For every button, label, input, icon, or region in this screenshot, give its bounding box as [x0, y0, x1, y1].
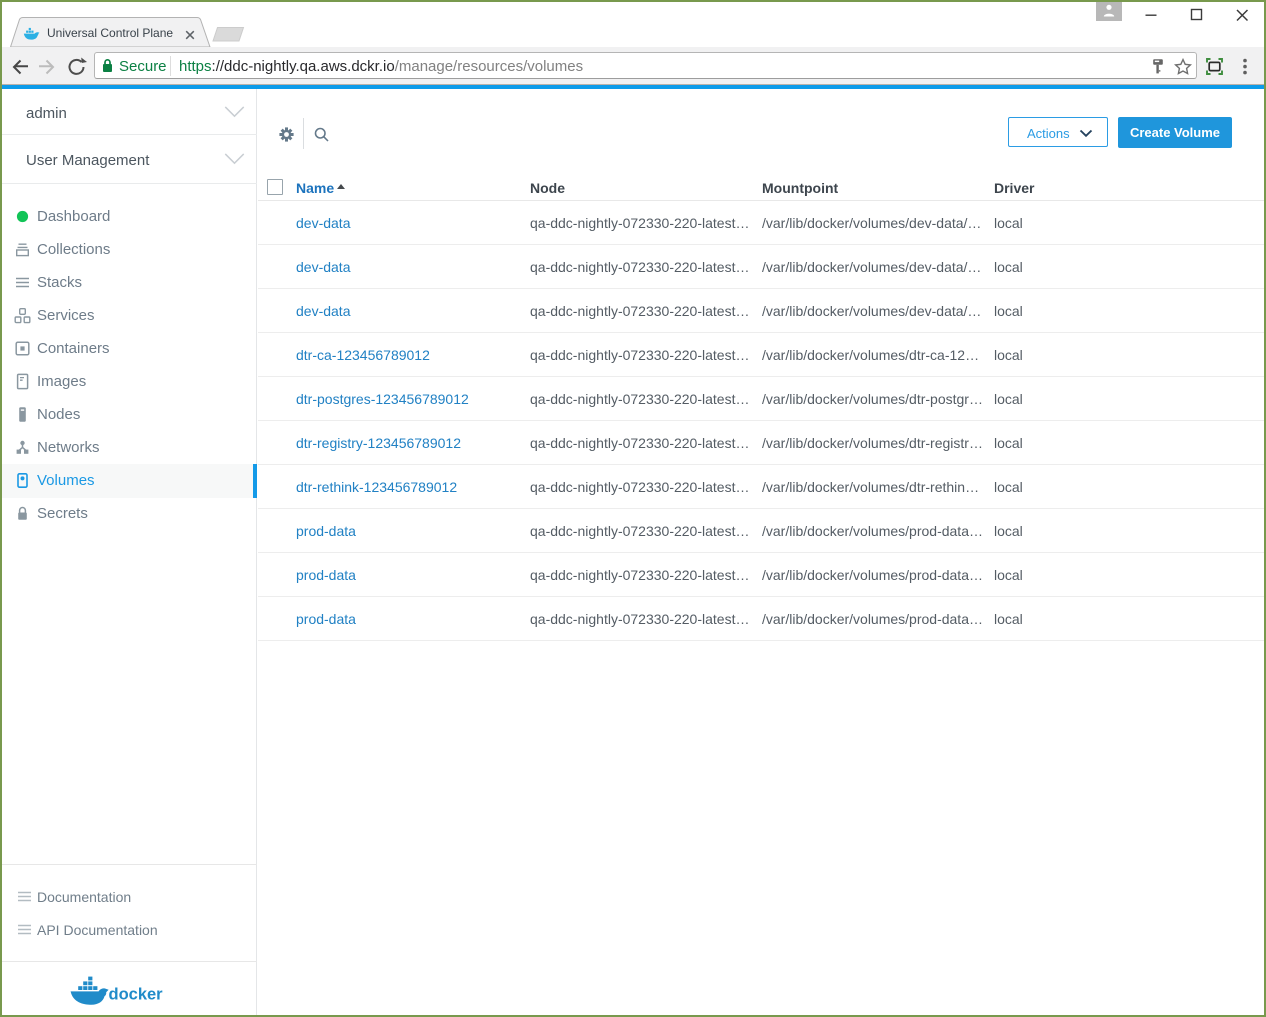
svg-text:docker: docker: [109, 986, 164, 1004]
